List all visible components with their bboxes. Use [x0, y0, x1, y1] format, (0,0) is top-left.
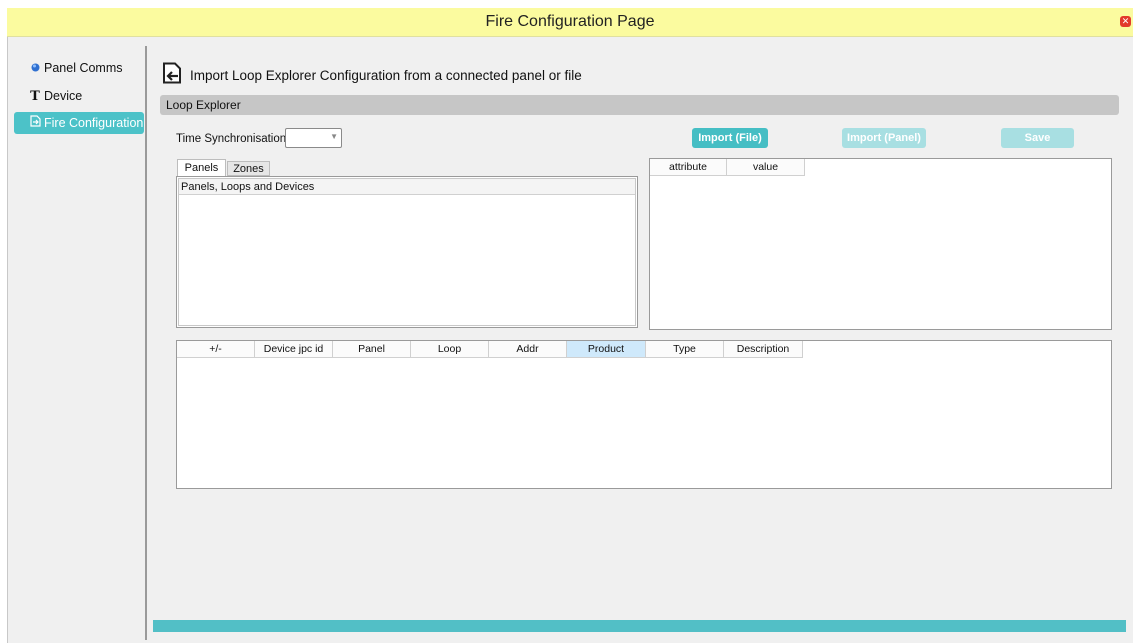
import-file-icon: [162, 62, 182, 84]
import-file-button[interactable]: Import (File): [692, 128, 768, 148]
close-icon[interactable]: ✕: [1120, 16, 1131, 27]
save-button[interactable]: Save: [1001, 128, 1074, 148]
column-header-panel[interactable]: Panel: [333, 341, 411, 358]
section-header: Loop Explorer: [160, 95, 1119, 115]
page-description: Import Loop Explorer Configuration from …: [190, 68, 582, 83]
column-header-expand[interactable]: +/-: [177, 341, 255, 358]
column-header-value[interactable]: value: [727, 159, 805, 176]
time-sync-select[interactable]: ▼: [285, 128, 342, 148]
title-bar: Fire Configuration Page: [7, 8, 1133, 37]
tree-header[interactable]: Panels, Loops and Devices: [179, 179, 635, 195]
page-title: Fire Configuration Page: [485, 13, 655, 30]
sidebar-divider: [145, 46, 147, 640]
import-file-icon: [26, 112, 44, 134]
column-header-loop[interactable]: Loop: [411, 341, 489, 358]
column-header-device-jpc-id[interactable]: Device jpc id: [255, 341, 333, 358]
blue-dot-icon: [26, 57, 44, 79]
chevron-down-icon: ▼: [330, 132, 338, 141]
sidebar-item-label: Fire Configuration: [44, 116, 144, 130]
sidebar-item-fire-configuration[interactable]: Fire Configuration: [14, 112, 144, 134]
time-sync-label: Time Synchronisation:: [176, 133, 290, 145]
attribute-table[interactable]: attribute value: [649, 158, 1112, 330]
device-table[interactable]: +/- Device jpc id Panel Loop Addr Produc…: [176, 340, 1112, 489]
progress-bar: [153, 620, 1126, 632]
column-header-product[interactable]: Product: [567, 341, 646, 358]
sidebar-item-label: Panel Comms: [44, 61, 123, 75]
text-t-icon: T: [30, 89, 40, 104]
column-header-type[interactable]: Type: [646, 341, 724, 358]
sidebar-item-panel-comms[interactable]: Panel Comms: [14, 57, 144, 79]
column-header-attribute[interactable]: attribute: [650, 159, 727, 176]
import-panel-button[interactable]: Import (Panel): [842, 128, 926, 148]
tab-panels[interactable]: Panels: [177, 159, 226, 176]
sidebar-item-device-resources[interactable]: TDevice Resources: [14, 85, 144, 126]
tree-view[interactable]: [178, 178, 636, 326]
column-header-description[interactable]: Description: [724, 341, 803, 358]
column-header-addr[interactable]: Addr: [489, 341, 567, 358]
tab-zones[interactable]: Zones: [227, 161, 270, 176]
